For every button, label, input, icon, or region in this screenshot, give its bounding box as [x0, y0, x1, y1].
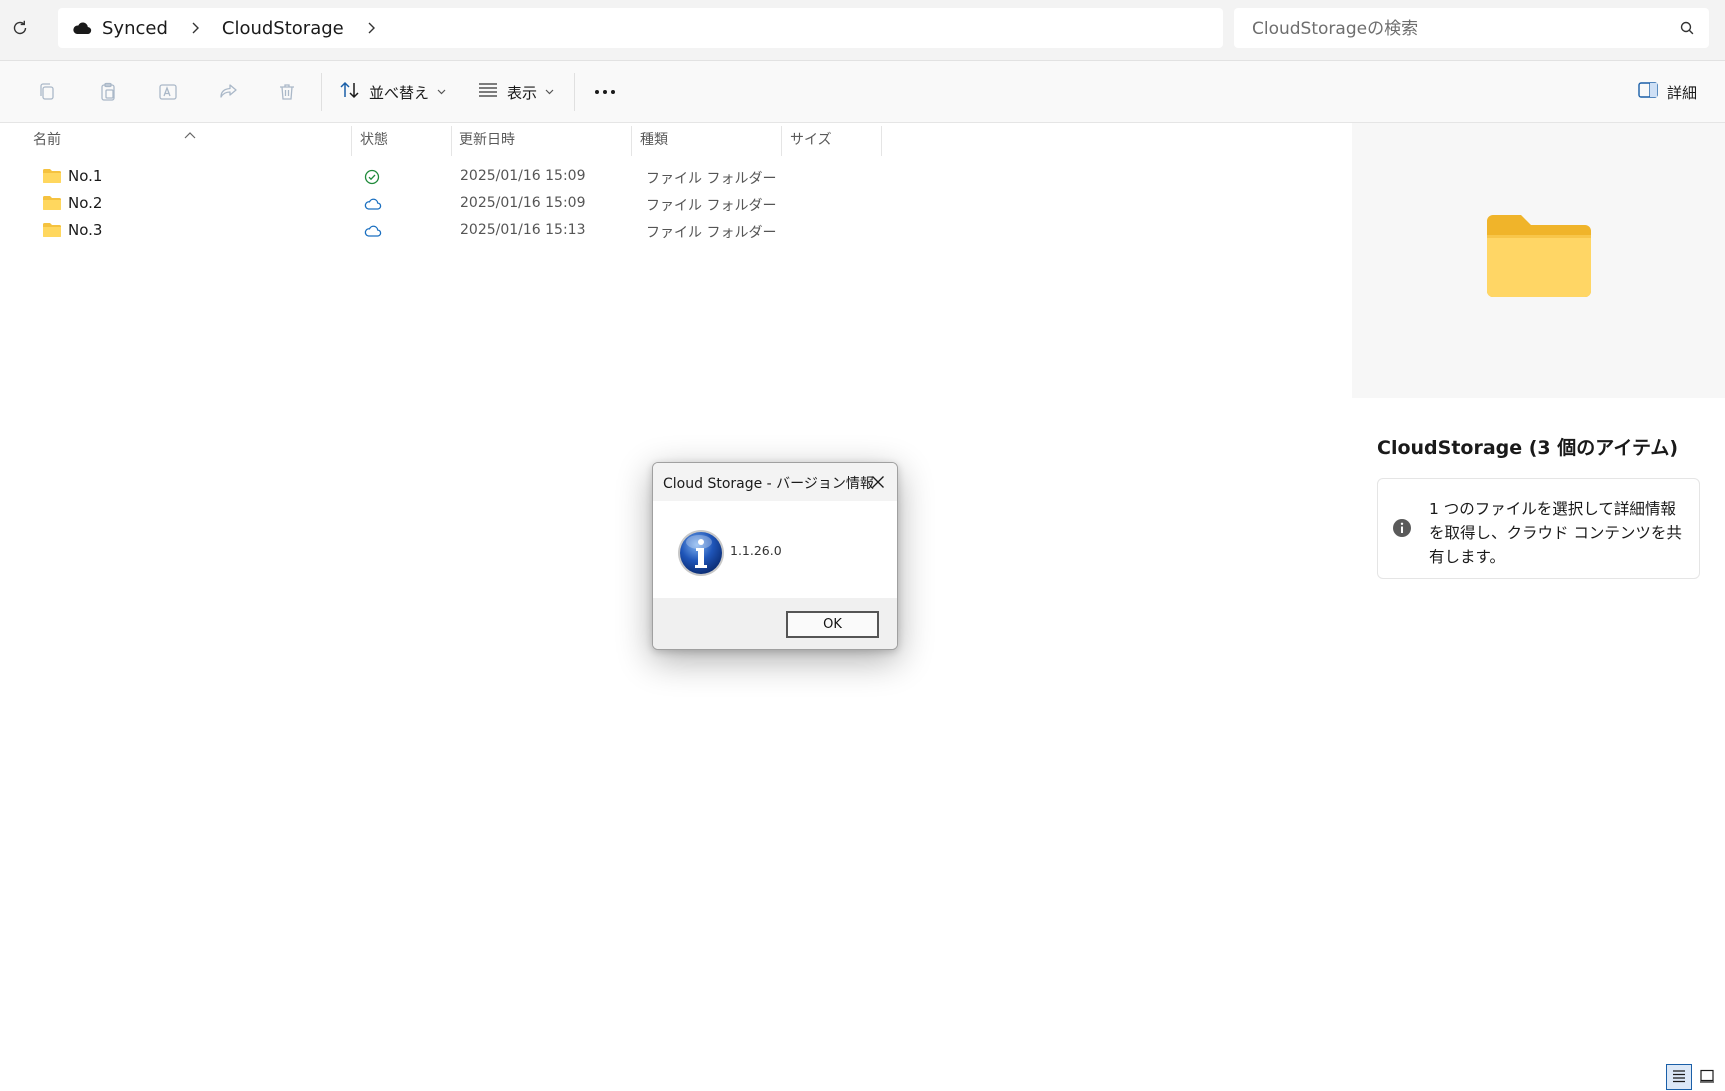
- breadcrumb-synced[interactable]: Synced: [58, 18, 168, 39]
- chevron-right-icon[interactable]: [190, 22, 200, 34]
- file-row[interactable]: No.2 2025/01/16 15:09 ファイル フォルダー: [34, 191, 776, 217]
- chevron-right-icon[interactable]: [366, 22, 376, 34]
- details-pane-icon: [1637, 81, 1659, 103]
- search-input[interactable]: [1234, 8, 1674, 50]
- file-type: ファイル フォルダー: [646, 225, 777, 241]
- sort-icon: [339, 80, 361, 104]
- file-name: No.1: [68, 167, 103, 185]
- details-pane-button[interactable]: 詳細: [1637, 78, 1697, 106]
- dialog-title-bar[interactable]: Cloud Storage - バージョン情報: [653, 463, 897, 501]
- file-modified: 2025/01/16 15:09: [460, 195, 586, 211]
- file-type: ファイル フォルダー: [646, 198, 777, 214]
- cloud-icon: [72, 21, 92, 35]
- column-header-modified[interactable]: 更新日時: [459, 123, 515, 155]
- search-box: [1234, 8, 1709, 50]
- column-label: 状態: [360, 132, 388, 148]
- paste-icon[interactable]: [96, 80, 120, 104]
- synced-check-icon: [364, 169, 380, 189]
- dialog-title: Cloud Storage - バージョン情報: [663, 476, 874, 492]
- delete-icon[interactable]: [275, 80, 299, 104]
- sort-ascending-icon: [184, 124, 196, 143]
- folder-icon: [42, 222, 62, 242]
- view-button[interactable]: 表示: [477, 78, 554, 106]
- chevron-down-icon: [437, 89, 446, 95]
- file-modified: 2025/01/16 15:09: [460, 168, 586, 184]
- column-divider[interactable]: [631, 126, 632, 156]
- column-header-size[interactable]: サイズ: [790, 123, 832, 155]
- close-icon[interactable]: [869, 473, 887, 491]
- search-icon[interactable]: [1679, 20, 1695, 36]
- file-name: No.2: [68, 194, 103, 212]
- version-number: 1.1.26.0: [730, 543, 782, 558]
- column-divider[interactable]: [351, 126, 352, 156]
- tiles-view-icon: [1699, 1068, 1715, 1087]
- cloud-status-icon: [364, 223, 382, 242]
- info-icon: [1392, 518, 1412, 542]
- file-type: ファイル フォルダー: [646, 171, 777, 187]
- tiles-view-toggle[interactable]: [1694, 1064, 1720, 1090]
- breadcrumb-label: Synced: [102, 17, 168, 39]
- copy-icon[interactable]: [35, 80, 59, 104]
- column-label: 名前: [33, 132, 61, 148]
- column-label: 種類: [640, 132, 668, 148]
- sort-button[interactable]: 並べ替え: [339, 78, 446, 106]
- toolbar-divider: [574, 73, 575, 111]
- folder-icon: [1485, 213, 1593, 303]
- column-divider[interactable]: [881, 126, 882, 156]
- info-icon: [677, 529, 725, 581]
- details-info-text: 1 つのファイルを選択して詳細情報を取得し、クラウド コンテンツを共有します。: [1429, 500, 1682, 566]
- more-options-icon[interactable]: [593, 80, 617, 104]
- view-label: 表示: [507, 83, 538, 102]
- version-info-dialog: Cloud Storage - バージョン情報 1.1.26.0 OK: [652, 462, 898, 650]
- chevron-down-icon: [545, 89, 554, 95]
- details-label: 詳細: [1667, 83, 1698, 102]
- details-pane: CloudStorage (3 個のアイテム) 1 つのファイルを選択して詳細情…: [1352, 123, 1725, 1063]
- rename-icon[interactable]: [156, 80, 180, 104]
- column-header-status[interactable]: 状態: [360, 123, 388, 155]
- folder-icon: [42, 195, 62, 215]
- details-info-box: 1 つのファイルを選択して詳細情報を取得し、クラウド コンテンツを共有します。: [1377, 478, 1700, 579]
- file-row[interactable]: No.3 2025/01/16 15:13 ファイル フォルダー: [34, 218, 776, 244]
- details-view-toggle[interactable]: [1666, 1064, 1692, 1090]
- details-title: CloudStorage (3 個のアイテム): [1377, 437, 1679, 459]
- column-divider[interactable]: [451, 126, 452, 156]
- details-preview: [1352, 123, 1725, 398]
- folder-icon: [42, 168, 62, 188]
- file-modified: 2025/01/16 15:13: [460, 222, 586, 238]
- sort-label: 並べ替え: [369, 83, 430, 102]
- column-divider[interactable]: [781, 126, 782, 156]
- command-bar: 並べ替え 表示 詳細: [0, 61, 1725, 123]
- column-label: サイズ: [790, 132, 832, 148]
- column-header-type[interactable]: 種類: [640, 123, 668, 155]
- share-icon[interactable]: [216, 80, 240, 104]
- cloud-status-icon: [364, 196, 382, 215]
- column-header-name[interactable]: 名前: [33, 123, 61, 155]
- view-list-icon: [477, 81, 499, 103]
- toolbar-divider: [321, 73, 322, 111]
- address-bar-area: Synced CloudStorage: [0, 0, 1725, 61]
- ok-button[interactable]: OK: [786, 611, 879, 638]
- breadcrumb-label: CloudStorage: [221, 17, 344, 39]
- address-bar[interactable]: Synced CloudStorage: [58, 8, 1223, 48]
- file-row[interactable]: No.1 2025/01/16 15:09 ファイル フォルダー: [34, 164, 776, 190]
- refresh-icon[interactable]: [8, 16, 32, 40]
- column-label: 更新日時: [459, 132, 515, 148]
- list-view-icon: [1671, 1068, 1687, 1087]
- breadcrumb-cloudstorage[interactable]: CloudStorage: [222, 18, 344, 39]
- file-name: No.3: [68, 221, 103, 239]
